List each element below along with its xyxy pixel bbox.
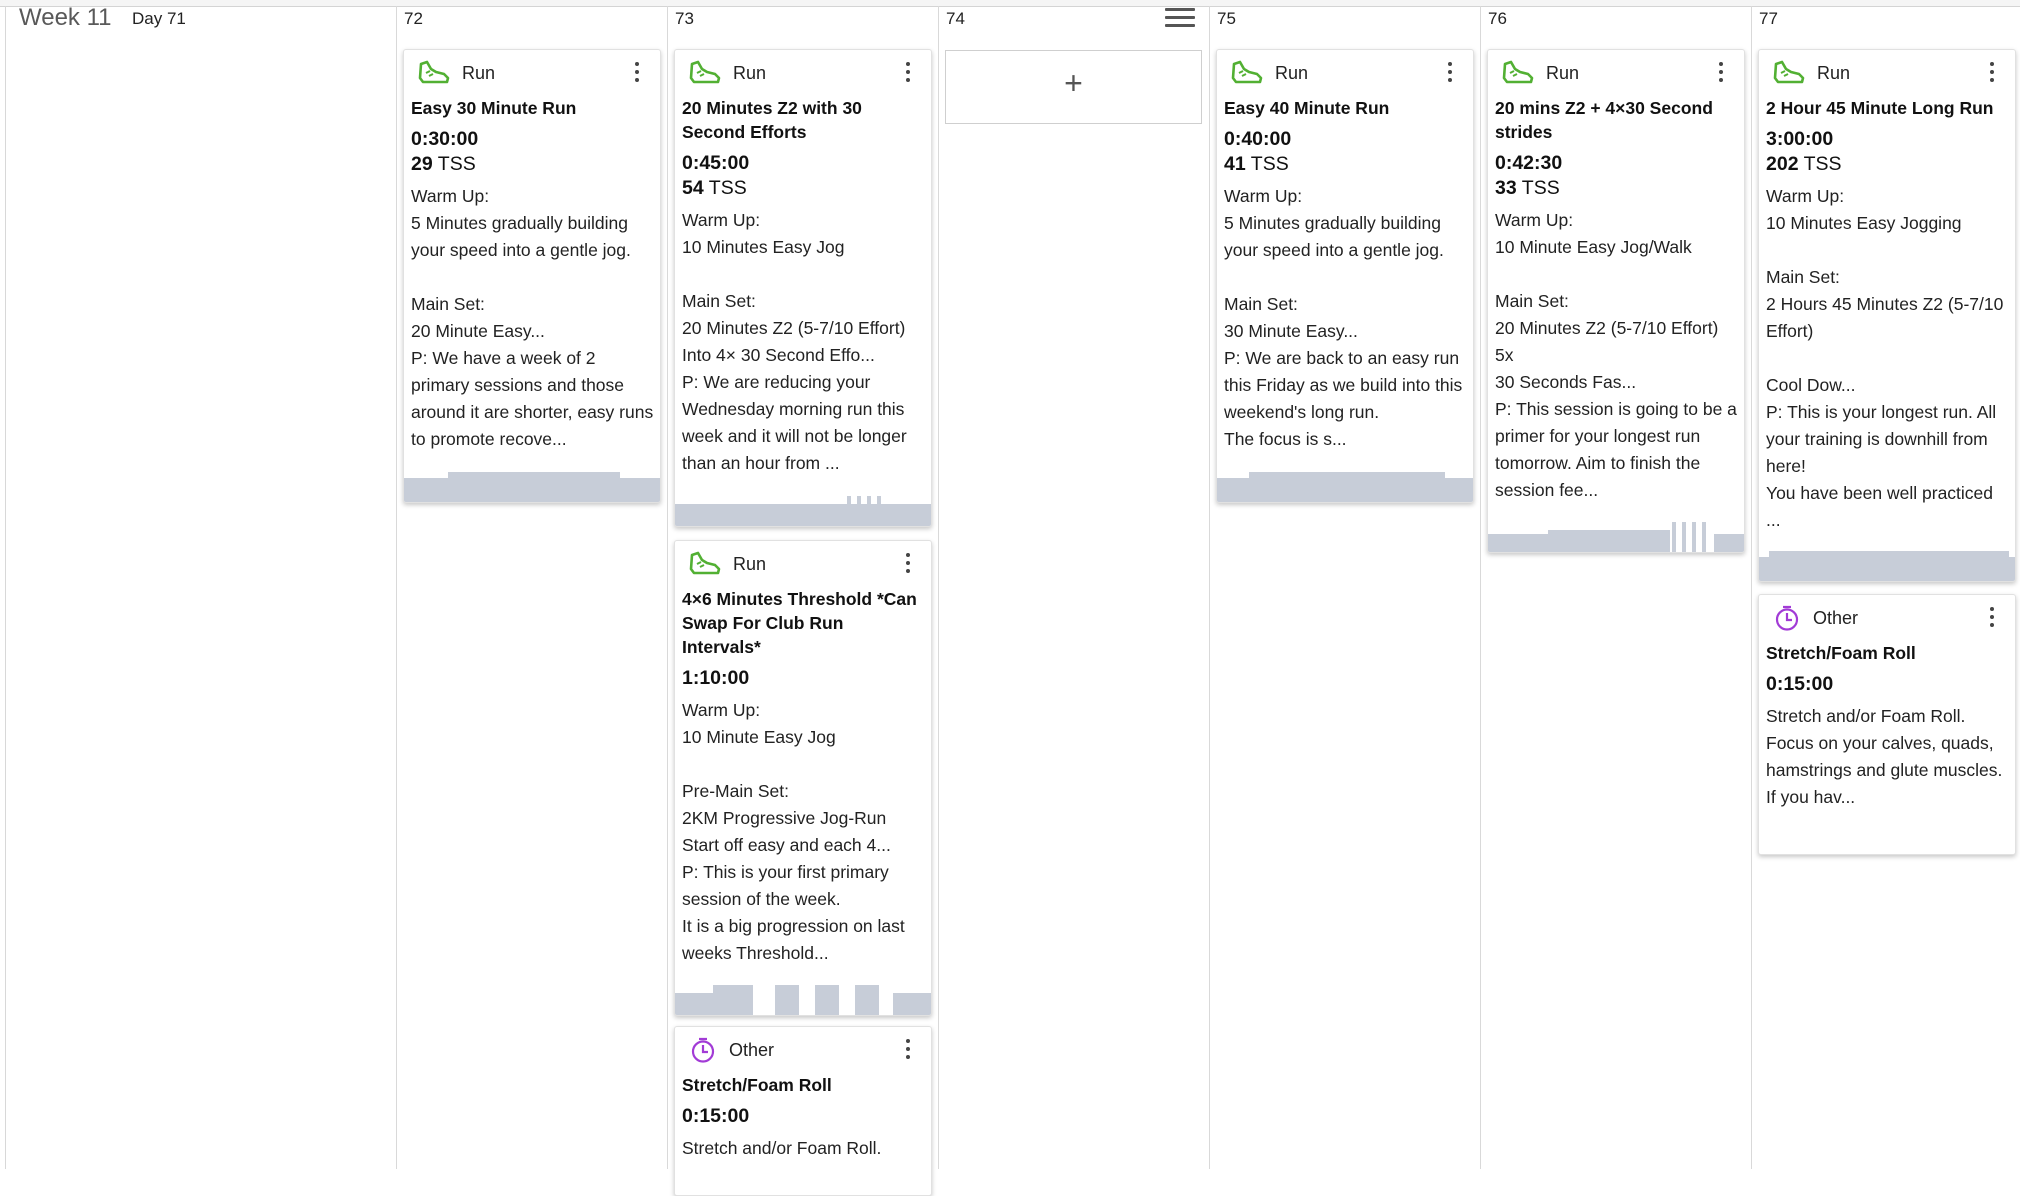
workout-duration: 0:15:00 bbox=[1766, 673, 1834, 695]
workout-duration: 0:42:30 bbox=[1495, 152, 1563, 174]
day-header-72: 72 bbox=[404, 9, 423, 28]
workout-type-label: Run bbox=[1275, 62, 1309, 83]
workout-card[interactable]: Run 2 Hour 45 Minute Long Run 3:00:00 20… bbox=[1758, 49, 2016, 582]
workout-title: 2 Hour 45 Minute Long Run bbox=[1766, 98, 1994, 118]
day-header-74: 74 bbox=[946, 9, 965, 28]
running-shoe-icon bbox=[1773, 60, 1805, 84]
workout-description: Stretch and/or Foam Roll. Focus on your … bbox=[1766, 706, 2003, 807]
workout-card[interactable]: Other Stretch/Foam Roll 0:15:00 Stretch … bbox=[1758, 594, 2016, 855]
workout-type-label: Other bbox=[1813, 607, 1859, 628]
day-header-76: 76 bbox=[1488, 9, 1507, 28]
running-shoe-icon bbox=[1502, 60, 1534, 84]
workout-title: 4×6 Minutes Threshold *Can Swap For Club… bbox=[682, 589, 917, 657]
workout-duration: 0:40:00 bbox=[1224, 128, 1292, 150]
workout-type-label: Run bbox=[1817, 62, 1851, 83]
workout-title: Stretch/Foam Roll bbox=[682, 1075, 832, 1095]
workout-description: Warm Up: 5 Minutes gradually building yo… bbox=[1224, 186, 1463, 449]
workout-title: 20 Minutes Z2 with 30 Second Efforts bbox=[682, 98, 862, 142]
intensity-chart bbox=[675, 496, 931, 526]
workout-duration: 0:30:00 bbox=[411, 128, 479, 150]
intensity-chart bbox=[675, 985, 931, 1015]
running-shoe-icon bbox=[1231, 60, 1263, 84]
intensity-chart bbox=[404, 472, 660, 502]
more-options-icon[interactable] bbox=[634, 62, 640, 84]
workout-title: 20 mins Z2 + 4×30 Second strides bbox=[1495, 98, 1713, 142]
workout-duration: 0:15:00 bbox=[682, 1105, 750, 1127]
column-divider bbox=[396, 6, 397, 1169]
workout-tss: 54 TSS bbox=[682, 177, 747, 199]
workout-description: Warm Up: 10 Minute Easy Jog Pre-Main Set… bbox=[682, 700, 905, 963]
workout-description: Warm Up: 5 Minutes gradually building yo… bbox=[411, 186, 654, 449]
workout-description: Warm Up: 10 Minute Easy Jog/Walk Main Se… bbox=[1495, 210, 1737, 500]
week-label: Week 11 bbox=[19, 4, 112, 31]
workout-tss: 202 TSS bbox=[1766, 153, 1842, 175]
workout-description: Warm Up: 10 Minutes Easy Jog Main Set: 2… bbox=[682, 210, 907, 473]
hamburger-menu-icon[interactable] bbox=[1165, 8, 1195, 30]
column-divider bbox=[938, 6, 939, 1169]
day-header-77: 77 bbox=[1759, 9, 1778, 28]
workout-description: Warm Up: 10 Minutes Easy Jogging Main Se… bbox=[1766, 186, 2004, 530]
workout-card[interactable]: Run Easy 40 Minute Run 0:40:00 41 TSS Wa… bbox=[1216, 49, 1474, 503]
running-shoe-icon bbox=[418, 60, 450, 84]
more-options-icon[interactable] bbox=[905, 553, 911, 575]
column-divider bbox=[667, 6, 668, 1169]
column-divider bbox=[1751, 6, 1752, 1169]
more-options-icon[interactable] bbox=[1718, 62, 1724, 84]
workout-card[interactable]: Run 20 mins Z2 + 4×30 Second strides 0:4… bbox=[1487, 49, 1745, 553]
workout-duration: 0:45:00 bbox=[682, 152, 750, 174]
workout-description: Stretch and/or Foam Roll. bbox=[682, 1138, 882, 1158]
workout-type-label: Run bbox=[462, 62, 496, 83]
workout-type-label: Run bbox=[733, 553, 767, 574]
workout-title: Easy 40 Minute Run bbox=[1224, 98, 1390, 118]
workout-card[interactable]: Run 20 Minutes Z2 with 30 Second Efforts… bbox=[674, 49, 932, 527]
workout-duration: 3:00:00 bbox=[1766, 128, 1834, 150]
column-divider bbox=[1209, 6, 1210, 1169]
running-shoe-icon bbox=[689, 60, 721, 84]
column-divider bbox=[1480, 6, 1481, 1169]
intensity-chart bbox=[1759, 551, 2015, 581]
add-workout-button[interactable]: + bbox=[945, 50, 1202, 124]
stopwatch-icon bbox=[691, 1037, 715, 1063]
left-border bbox=[5, 6, 6, 1169]
workout-title: Easy 30 Minute Run bbox=[411, 98, 577, 118]
intensity-chart bbox=[1488, 522, 1744, 552]
day-header-71: Day 71 bbox=[132, 9, 186, 28]
more-options-icon[interactable] bbox=[1989, 607, 1995, 629]
day-header-73: 73 bbox=[675, 9, 694, 28]
workout-card[interactable]: Run Easy 30 Minute Run 0:30:00 29 TSS Wa… bbox=[403, 49, 661, 503]
workout-tss: 29 TSS bbox=[411, 153, 476, 175]
more-options-icon[interactable] bbox=[905, 62, 911, 84]
workout-type-label: Run bbox=[733, 62, 767, 83]
more-options-icon[interactable] bbox=[1989, 62, 1995, 84]
more-options-icon[interactable] bbox=[905, 1039, 911, 1061]
intensity-chart bbox=[1217, 472, 1473, 502]
top-border bbox=[0, 0, 2020, 7]
workout-card[interactable]: Run 4×6 Minutes Threshold *Can Swap For … bbox=[674, 540, 932, 1016]
workout-title: Stretch/Foam Roll bbox=[1766, 643, 1916, 663]
workout-type-label: Other bbox=[729, 1039, 775, 1060]
day-header-75: 75 bbox=[1217, 9, 1236, 28]
workout-tss: 33 TSS bbox=[1495, 177, 1560, 199]
workout-duration: 1:10:00 bbox=[682, 667, 750, 689]
workout-tss: 41 TSS bbox=[1224, 153, 1289, 175]
workout-card[interactable]: Other Stretch/Foam Roll 0:15:00 Stretch … bbox=[674, 1026, 932, 1196]
more-options-icon[interactable] bbox=[1447, 62, 1453, 84]
workout-type-label: Run bbox=[1546, 62, 1580, 83]
stopwatch-icon bbox=[1775, 605, 1799, 631]
running-shoe-icon bbox=[689, 551, 721, 575]
